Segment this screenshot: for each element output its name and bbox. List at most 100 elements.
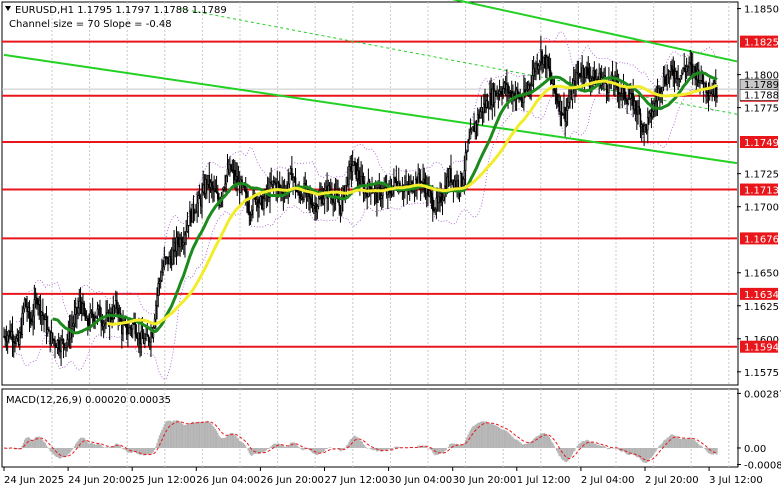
- candle-body: [708, 92, 711, 96]
- time-tick-label: 2 Jul 04:00: [581, 475, 635, 486]
- candle-body: [649, 109, 651, 114]
- candle-body: [632, 93, 634, 110]
- candle-body: [263, 198, 265, 210]
- candle-body: [142, 338, 145, 344]
- candle-body: [662, 76, 665, 88]
- candle-body: [162, 266, 164, 273]
- candle-body: [453, 180, 456, 188]
- candle-body: [151, 332, 153, 338]
- candle-body: [682, 67, 684, 74]
- candle-body: [207, 174, 209, 185]
- candle-body: [495, 90, 497, 96]
- candle-body: [288, 172, 291, 185]
- candle-body: [5, 339, 8, 342]
- candle-body: [589, 77, 592, 81]
- candle-body: [44, 316, 47, 321]
- candle-body: [540, 51, 542, 63]
- candle-body: [563, 107, 565, 115]
- candle-body: [247, 202, 249, 213]
- candle-body: [504, 82, 507, 91]
- candle-body: [506, 84, 508, 91]
- level-label: 1.1825: [744, 38, 779, 49]
- candle-body: [178, 243, 180, 248]
- candle-body: [557, 100, 559, 104]
- candle-body: [157, 282, 160, 296]
- candle-body: [138, 332, 140, 340]
- candle-body: [179, 238, 181, 248]
- candle-body: [170, 259, 173, 265]
- candle-body: [101, 322, 104, 327]
- candle-body: [441, 199, 444, 203]
- candle-body: [448, 168, 451, 183]
- candle-body: [277, 182, 280, 185]
- candle-body: [51, 332, 54, 340]
- candle-body: [93, 316, 95, 322]
- candle-body: [350, 164, 353, 172]
- candle-body: [76, 307, 78, 314]
- candle-body: [61, 339, 64, 341]
- candle-body: [526, 89, 529, 91]
- candle-body: [430, 193, 433, 198]
- candle-body: [619, 93, 621, 96]
- candle-body: [21, 312, 24, 335]
- time-tick-label: 24 Jun 20:00: [68, 475, 132, 486]
- candle-body: [493, 90, 496, 103]
- candle-body: [159, 280, 162, 283]
- candle-body: [175, 236, 178, 252]
- candle-body: [479, 111, 481, 119]
- candle-body: [459, 173, 462, 189]
- candle-body: [84, 312, 87, 321]
- candle-body: [435, 197, 438, 210]
- candle-body: [646, 117, 649, 131]
- candle-body: [20, 332, 22, 335]
- price-tick-label: 1.1650: [744, 269, 779, 280]
- candle-body: [141, 331, 144, 340]
- candle-body: [85, 317, 88, 321]
- candle-body: [201, 191, 203, 207]
- candle-body: [587, 68, 590, 76]
- candle-body: [319, 196, 321, 199]
- candle-body: [66, 339, 68, 344]
- candle-body: [39, 299, 42, 316]
- candle-body: [586, 66, 588, 69]
- candle-body: [77, 307, 79, 314]
- candle-body: [710, 92, 712, 95]
- level-label: 1.1713: [744, 186, 779, 197]
- candle-body: [354, 161, 356, 164]
- candle-body: [508, 91, 511, 94]
- candle-body: [10, 330, 13, 338]
- candle-body: [706, 91, 709, 94]
- candle-body: [54, 340, 56, 346]
- candle-body: [345, 176, 348, 186]
- candle-body: [50, 332, 53, 345]
- candle-body: [146, 334, 149, 337]
- candle-body: [629, 92, 632, 99]
- candle-body: [685, 66, 688, 72]
- candle-body: [699, 80, 701, 83]
- candle-body: [325, 186, 327, 191]
- candle-body: [226, 168, 229, 177]
- candle-body: [130, 327, 133, 330]
- candle-body: [541, 51, 543, 65]
- candle-body: [625, 98, 627, 102]
- candle-body: [627, 99, 630, 104]
- candle-body: [192, 203, 195, 214]
- candle-body: [670, 65, 672, 72]
- candle-body: [633, 100, 636, 110]
- candle-body: [418, 173, 421, 181]
- candle-body: [542, 56, 545, 65]
- candle-body: [544, 55, 547, 69]
- candle-body: [527, 84, 530, 90]
- candle-body: [322, 198, 325, 204]
- candle-body: [291, 168, 293, 181]
- price-tick-label: 1.1850: [744, 5, 779, 16]
- candle-body: [690, 63, 693, 66]
- candle-body: [114, 299, 117, 309]
- candle-body: [34, 297, 37, 300]
- candle-body: [529, 84, 531, 87]
- candle-body: [164, 257, 167, 260]
- candle-body: [148, 340, 151, 343]
- candle-body: [206, 179, 208, 185]
- candle-body: [565, 110, 568, 122]
- candle-body: [229, 164, 231, 174]
